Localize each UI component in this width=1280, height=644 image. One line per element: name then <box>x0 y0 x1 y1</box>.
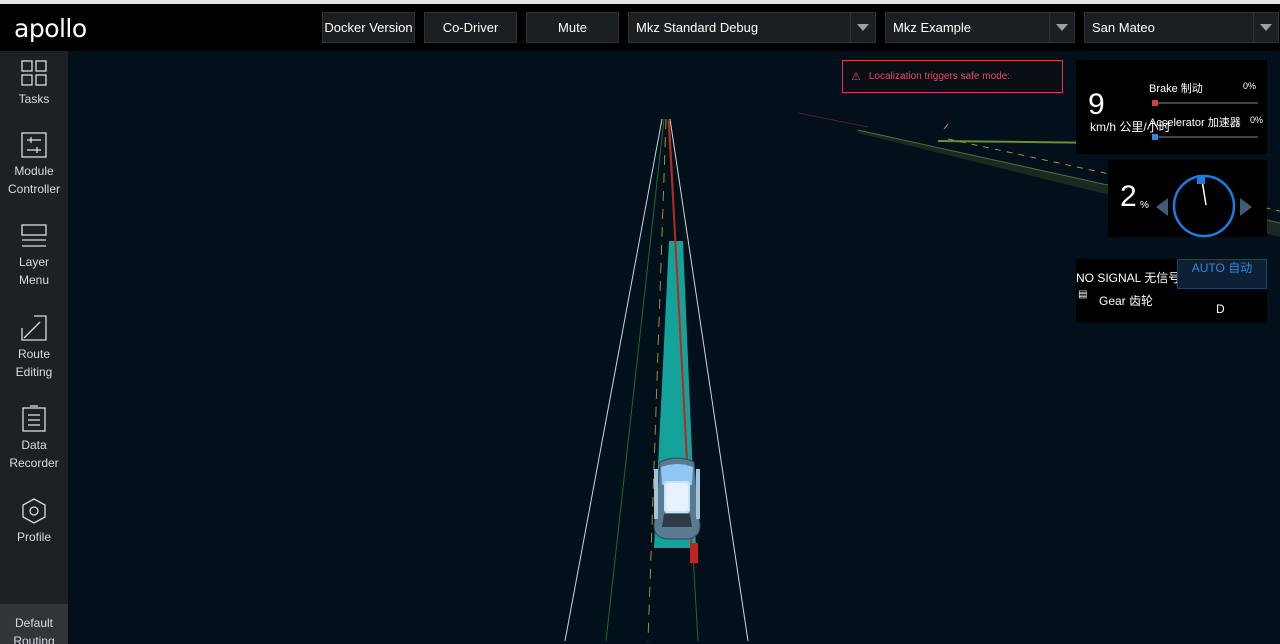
chevron-down-icon <box>1049 13 1074 42</box>
warning-triangle-icon: ⚠ <box>851 71 861 83</box>
mute-button[interactable]: Mute <box>526 12 619 43</box>
sidebar-item-label: Module Controller <box>8 162 60 198</box>
gear-value: D <box>1216 302 1225 316</box>
label-line: Menu <box>18 273 50 287</box>
sidebar-item-label: Layer Menu <box>19 253 49 289</box>
traffic-signal-icon: ▤ <box>1078 289 1088 300</box>
accelerator-bar-indicator <box>1152 134 1158 140</box>
ego-vehicle <box>653 457 701 540</box>
vehicle-select[interactable]: Mkz Example <box>885 12 1075 43</box>
accelerator-bar <box>1152 136 1258 138</box>
chevron-down-icon <box>1253 13 1278 42</box>
sidebar-item-route-editing[interactable]: Route Editing <box>0 314 68 381</box>
sliders-icon <box>21 132 47 158</box>
top-header: apollo Docker Version Co-Driver Mute Mkz… <box>0 4 1280 51</box>
sidebar-item-tasks[interactable]: Tasks <box>0 59 68 108</box>
label-line: Controller <box>7 182 61 196</box>
label-line: Layer <box>18 255 50 269</box>
label-line: Route <box>17 347 50 361</box>
accelerator-percent: 0% <box>1250 115 1264 125</box>
sidebar-item-label: Tasks <box>18 92 50 106</box>
steering-value: 2 <box>1120 180 1137 213</box>
steering-unit: % <box>1140 200 1149 211</box>
map-select[interactable]: San Mateo <box>1084 12 1279 43</box>
hexagon-icon <box>22 498 46 524</box>
label-line: Module <box>14 164 54 178</box>
alert-text: Localization triggers safe mode: <box>868 71 1011 82</box>
sidebar-item-module-controller[interactable]: Module Controller <box>0 131 68 198</box>
docker-version-button[interactable]: Docker Version <box>322 12 415 43</box>
brake-bar-indicator <box>1152 100 1158 106</box>
accelerator-label: Accelerator 加速器 <box>1149 117 1241 129</box>
label-line: Default <box>14 616 54 630</box>
label-line: Routing <box>13 634 55 644</box>
label-line: Recorder <box>9 456 59 470</box>
stop-marker <box>690 543 698 563</box>
apollo-logo: apollo <box>14 14 87 43</box>
speed-value: 9 <box>1088 88 1105 121</box>
gear-label: Gear 齿轮 <box>1098 294 1153 308</box>
sidebar-item-profile[interactable]: Profile <box>0 497 68 546</box>
chevron-down-icon <box>850 13 875 42</box>
steering-wheel-icon <box>1156 174 1252 238</box>
sidebar-item-layer-menu[interactable]: Layer Menu <box>0 222 68 289</box>
brake-bar <box>1152 102 1258 104</box>
brake-label: Brake 制动 <box>1149 83 1203 95</box>
brake-percent: 0% <box>1243 81 1257 91</box>
layers-icon <box>21 224 47 247</box>
signal-status: NO SIGNAL 无信号 <box>1076 271 1181 285</box>
sidebar: Tasks Module Controller Layer Menu Route… <box>0 51 68 644</box>
mode-select-value: Mkz Standard Debug <box>636 20 759 35</box>
mode-select[interactable]: Mkz Standard Debug <box>628 12 876 43</box>
map-select-value: San Mateo <box>1092 20 1155 35</box>
co-driver-button[interactable]: Co-Driver <box>424 12 517 43</box>
signal-gear-panel: NO SIGNAL 无信号 ▤ AUTO 自动 Gear 齿轮 D <box>1076 259 1267 323</box>
sidebar-item-default-routing[interactable]: Default Routing <box>0 604 68 644</box>
document-icon <box>22 405 46 432</box>
vehicle-select-value: Mkz Example <box>893 20 972 35</box>
localization-alert: ⚠ Localization triggers safe mode: <box>842 60 1063 93</box>
speed-panel: 9 km/h 公里/小时 Brake 制动 0% Accelerator 加速器… <box>1076 60 1267 154</box>
sidebar-item-label: Profile <box>16 530 51 544</box>
sidebar-item-data-recorder[interactable]: Data Recorder <box>0 405 68 472</box>
label-line: Data <box>21 438 47 452</box>
grid-icon <box>21 60 47 86</box>
route-edit-icon <box>21 315 47 341</box>
sidebar-item-label: Data Recorder <box>9 436 58 472</box>
label-line: Editing <box>15 365 53 379</box>
driving-mode-badge: AUTO 自动 <box>1177 259 1267 289</box>
steering-panel: 2 % <box>1108 160 1267 238</box>
sidebar-item-label: Route Editing <box>16 345 53 381</box>
